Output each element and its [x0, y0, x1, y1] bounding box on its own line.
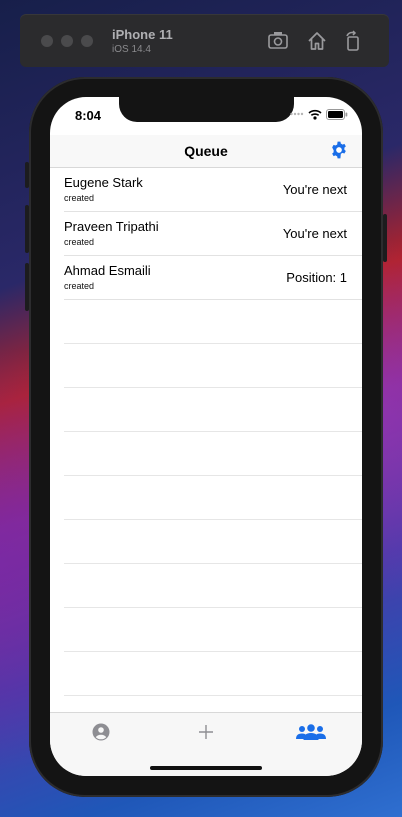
queue-row-subtitle: created — [64, 281, 95, 291]
queue-row-subtitle: created — [64, 193, 95, 203]
home-indicator — [150, 766, 262, 770]
empty-separator-row — [64, 300, 362, 344]
wifi-icon — [308, 109, 322, 120]
navigation-bar: Queue — [50, 135, 362, 168]
queue-row-status: You're next — [282, 182, 347, 197]
iphone-frame: 8:04 Queue Eugene Stark created You're n… — [25, 77, 387, 797]
empty-separator-row — [64, 432, 362, 476]
status-indicators — [290, 107, 348, 121]
queue-list: Eugene Stark created You're next Praveen… — [50, 168, 362, 696]
home-icon[interactable] — [306, 30, 328, 52]
queue-row-status: Position: 1 — [286, 270, 347, 285]
power-button — [383, 214, 387, 262]
empty-separator-row — [64, 564, 362, 608]
empty-separator-row — [64, 388, 362, 432]
simulator-toolbar: iPhone 11 iOS 14.4 — [20, 14, 389, 67]
tab-profile[interactable] — [81, 717, 121, 747]
mute-switch — [25, 162, 29, 188]
queue-row[interactable]: Eugene Stark created You're next — [64, 168, 362, 212]
queue-row[interactable]: Ahmad Esmaili created Position: 1 — [64, 256, 362, 300]
page-title: Queue — [184, 143, 228, 159]
empty-separator-row — [64, 652, 362, 696]
signal-dots-icon — [290, 112, 304, 116]
phone-screen: 8:04 Queue Eugene Stark created You're n… — [50, 97, 362, 776]
tab-queue[interactable] — [291, 717, 331, 747]
queue-row[interactable]: Praveen Tripathi created You're next — [64, 212, 362, 256]
battery-icon — [326, 108, 348, 120]
queue-row-name: Eugene Stark — [64, 175, 143, 190]
notch — [119, 97, 294, 122]
volume-down-button — [25, 263, 29, 311]
queue-row-name: Ahmad Esmaili — [64, 263, 151, 278]
plus-icon — [199, 725, 213, 739]
queue-row-name: Praveen Tripathi — [64, 219, 159, 234]
empty-separator-row — [64, 476, 362, 520]
status-time: 8:04 — [75, 108, 102, 123]
queue-row-subtitle: created — [64, 237, 95, 247]
empty-separator-row — [64, 608, 362, 652]
rotate-icon[interactable] — [342, 30, 364, 52]
volume-up-button — [25, 205, 29, 253]
person-icon — [92, 723, 110, 741]
device-name: iPhone 11 — [112, 27, 173, 42]
screenshot-icon[interactable] — [267, 30, 289, 52]
group-icon — [296, 724, 326, 740]
empty-separator-row — [64, 344, 362, 388]
close-window-dot[interactable] — [41, 35, 53, 47]
minimize-window-dot[interactable] — [61, 35, 73, 47]
tab-add[interactable] — [186, 717, 226, 747]
empty-separator-row — [64, 520, 362, 564]
queue-row-status: You're next — [282, 226, 347, 241]
settings-gear-icon[interactable] — [329, 140, 349, 160]
os-version: iOS 14.4 — [112, 44, 151, 55]
zoom-window-dot[interactable] — [81, 35, 93, 47]
